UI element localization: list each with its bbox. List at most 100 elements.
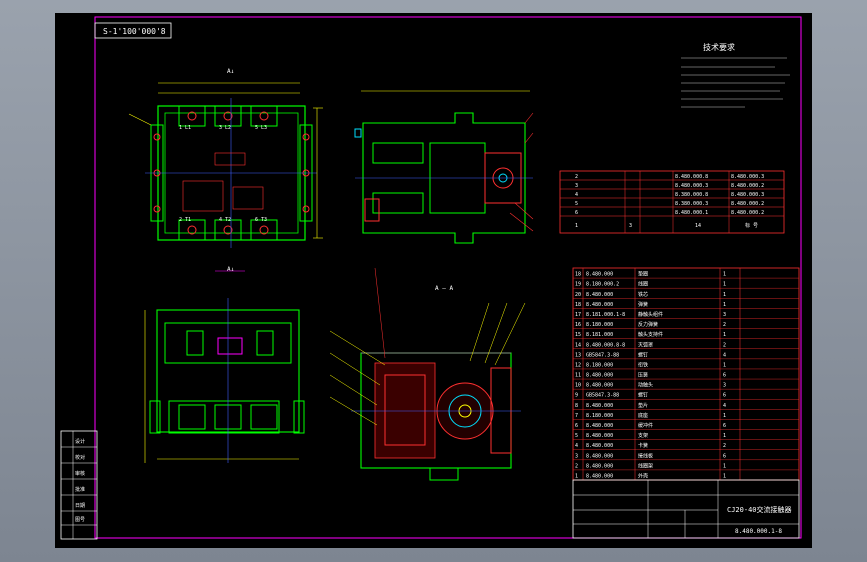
parts-cell: 8.180.000: [586, 413, 613, 419]
parts-cell: 20: [575, 292, 581, 298]
parts-cell: 8.480.000: [586, 453, 613, 459]
parts-cell: 3: [723, 383, 726, 389]
parts-cell: 9: [575, 393, 578, 399]
parts-cell: 8.480.000: [586, 403, 613, 409]
parts-cell: 12: [575, 362, 581, 368]
ref-cell: 3: [575, 183, 578, 189]
left-stamp: 设计 校对 审核 批准 日期 图号: [61, 431, 97, 539]
ref-cell: 8.480.000.8: [675, 174, 708, 180]
parts-cell: 18: [575, 272, 581, 278]
parts-cell: 1: [723, 272, 726, 278]
parts-cell: 反力弹簧: [638, 321, 658, 328]
parts-cell: 2: [575, 463, 578, 469]
parts-cell: 压簧: [638, 372, 648, 379]
ref-cell: 8.480.000.2: [731, 183, 764, 189]
parts-cell: 18: [575, 302, 581, 308]
ref-footer: 14: [695, 223, 701, 229]
parts-cell: 2: [723, 443, 726, 449]
parts-cell: 8.480.000: [586, 474, 613, 480]
parts-cell: 7: [575, 413, 578, 419]
parts-cell: 3: [575, 453, 578, 459]
ref-cell: 8.480.000.2: [731, 201, 764, 207]
parts-cell: 螺钉: [638, 392, 648, 399]
parts-cell: 8.480.000: [586, 292, 613, 298]
parts-cell: 1: [723, 332, 726, 338]
parts-cell: 8.480.000: [586, 272, 613, 278]
contact-label: 3 L2: [219, 125, 231, 131]
contact-label: 5 L3: [255, 125, 267, 131]
ref-cell: 8.480.000.2: [731, 210, 764, 216]
parts-cell: 1: [723, 413, 726, 419]
parts-cell: 8.480.000.8-8: [586, 342, 625, 348]
parts-cell: 8.480.000: [586, 433, 613, 439]
title-block: CJ20-40交流接触器 8.480.000.1-8: [572, 479, 800, 539]
parts-cell: 线圈: [638, 281, 648, 288]
parts-cell: 8.480.000: [586, 423, 613, 429]
parts-list: 18 8.480.000 垫圈 119 8.180.000.2 线圈 120 8.480.00…: [572, 267, 800, 481]
parts-cell: 垫片: [638, 402, 648, 409]
stamp-row-label: 审核: [75, 470, 85, 477]
parts-cell: 17: [575, 312, 581, 318]
parts-cell: GB5847.3-88: [586, 352, 619, 358]
parts-cell: 1: [723, 474, 726, 480]
parts-cell: 3: [723, 312, 726, 318]
parts-cell: 15: [575, 332, 581, 338]
front-view: [144, 298, 305, 463]
parts-cell: 垫圈: [638, 271, 648, 278]
ref-footer: 标 号: [745, 222, 758, 229]
parts-cell: 11: [575, 373, 581, 379]
parts-cell: 8.180.000.2: [586, 282, 619, 288]
parts-cell: 触头支持件: [638, 331, 663, 338]
ref-cell: 8.380.000.8: [675, 192, 708, 198]
reference-table: 2 8.480.000.8 8.480.000.3 3 8.480.000.3 …: [559, 170, 785, 234]
parts-cell: 1: [723, 302, 726, 308]
parts-cell: 10: [575, 383, 581, 389]
parts-cell: 1: [723, 292, 726, 298]
cad-viewport: S-1'100'000'8 设计 校对 审核 批准 日期 图号 A↓ 1 L1 …: [0, 0, 867, 562]
parts-cell: 8: [575, 403, 578, 409]
view-label-bottom: A↓: [227, 266, 234, 273]
parts-cell: 1: [723, 362, 726, 368]
parts-cell: 6: [723, 393, 726, 399]
ref-cell: 6: [575, 210, 578, 216]
tech-notes: 技术要求: [681, 42, 790, 108]
parts-cell: 外壳: [638, 473, 648, 480]
section-view: A — A: [329, 267, 526, 481]
ref-cell: 8.480.000.1: [675, 210, 708, 216]
parts-cell: 8.480.000: [586, 463, 613, 469]
parts-cell: 5: [575, 433, 578, 439]
parts-cell: 16: [575, 322, 581, 328]
parts-cell: 8.180.000: [586, 362, 613, 368]
stamp-row-label: 批准: [75, 486, 85, 493]
drawing-number: 8.480.000.1-8: [735, 528, 782, 535]
parts-cell: 13: [575, 352, 581, 358]
ref-cell: 8.480.000.3: [675, 183, 708, 189]
parts-cell: 8.480.000: [586, 373, 613, 379]
contact-label: 2 T1: [179, 217, 191, 223]
parts-cell: 6: [723, 423, 726, 429]
parts-cell: 1: [723, 463, 726, 469]
parts-cell: 4: [723, 352, 726, 358]
parts-cell: 19: [575, 282, 581, 288]
parts-cell: 支架: [638, 432, 648, 439]
parts-cell: 8.180.000: [586, 322, 613, 328]
parts-cell: 8.181.000.1-8: [586, 312, 625, 318]
section-label: A — A: [435, 285, 453, 292]
ref-cell: 4: [575, 192, 578, 198]
parts-cell: GB5847.3-88: [586, 393, 619, 399]
parts-cell: 动触头: [638, 382, 653, 389]
tech-title: 技术要求: [703, 42, 735, 52]
parts-cell: 6: [723, 373, 726, 379]
stamp-row-label: 校对: [75, 454, 85, 461]
ref-footer: 1: [575, 223, 578, 229]
parts-cell: 6: [723, 453, 726, 459]
parts-cell: 接线板: [638, 452, 653, 459]
stamp-row-label: 日期: [75, 503, 85, 509]
ref-cell: 5: [575, 201, 578, 207]
parts-cell: 1: [575, 474, 578, 480]
name-plate-label: CJ20-40交流接触器: [727, 505, 792, 514]
parts-cell: 灭弧罩: [638, 341, 653, 348]
parts-cell: 1: [723, 433, 726, 439]
stamp-row-label: 图号: [75, 517, 85, 523]
contact-label: 4 T2: [219, 217, 231, 223]
